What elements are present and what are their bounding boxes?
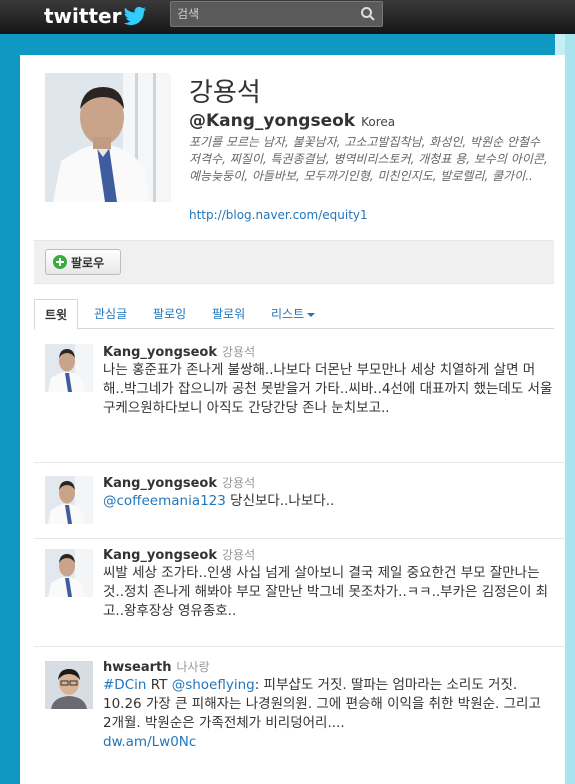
tweet-avatar[interactable] <box>45 549 93 597</box>
tweet-text: 씨발 세상 조가타..인생 사십 넘게 살아보니 결국 제일 중요한건 부모 잘… <box>103 565 549 619</box>
avatar-image <box>45 476 93 524</box>
avatar-image <box>45 344 93 392</box>
follow-button[interactable]: 팔로우 <box>45 249 121 275</box>
tweet-item[interactable]: Kang_yongseok 강용석 씨발 세상 조가타..인생 사십 넘게 살아… <box>34 539 564 647</box>
mention-link[interactable]: @coffeemania123 <box>103 493 226 509</box>
avatar-image <box>45 73 171 202</box>
avatar-image <box>45 661 93 709</box>
top-bar: twitter <box>0 0 575 34</box>
tweet-text-body: 당신보다..나보다.. <box>225 493 335 509</box>
mention-link[interactable]: @shoeflying <box>172 677 255 693</box>
logo-text: twitter <box>44 4 122 28</box>
tab-lists-label: 리스트 <box>271 307 305 321</box>
tweet-header: hwsearth 나사랑 <box>103 658 210 675</box>
tweet-header: Kang_yongseok 강용석 <box>103 474 255 491</box>
tweet-username[interactable]: Kang_yongseok <box>103 476 217 491</box>
search-input[interactable] <box>171 2 356 26</box>
plus-icon <box>53 255 67 269</box>
tweet-avatar[interactable] <box>45 344 93 392</box>
tweet-username[interactable]: Kang_yongseok <box>103 345 217 360</box>
tweet-username[interactable]: hwsearth <box>103 660 171 675</box>
profile-handle: @Kang_yongseok <box>189 111 356 131</box>
tweet-avatar[interactable] <box>45 661 93 709</box>
tab-lists[interactable]: 리스트 <box>271 299 316 329</box>
profile-location: Korea <box>361 115 396 129</box>
avatar-image <box>45 549 93 597</box>
tweet-username[interactable]: Kang_yongseok <box>103 548 217 563</box>
tweet-item[interactable]: hwsearth 나사랑 #DCin RT @shoeflying: 피부샵도 … <box>34 647 564 784</box>
search-box <box>170 1 383 27</box>
tweet-header: Kang_yongseok 강용석 <box>103 343 255 360</box>
tweet-item[interactable]: Kang_yongseok 강용석 @coffeemania123 당신보다..… <box>34 463 564 539</box>
tweet-header: Kang_yongseok 강용석 <box>103 546 255 563</box>
search-icon[interactable] <box>360 6 376 22</box>
follow-button-label: 팔로우 <box>71 255 105 270</box>
tweet-text: 나는 홍준표가 존나게 불쌍해..나보다 더몬난 부모만나 세상 치열하게 살면… <box>103 362 553 416</box>
tweet-realname: 나사랑 <box>176 660 210 674</box>
profile-avatar[interactable] <box>45 73 171 202</box>
tab-tweets[interactable]: 트윗 <box>34 299 79 330</box>
profile-tabs: 트윗 관심글 팔로잉 팔로워 리스트 <box>34 299 554 330</box>
tweet-avatar[interactable] <box>45 476 93 524</box>
tab-favorites[interactable]: 관심글 <box>94 299 127 329</box>
profile-name: 강용석 <box>189 78 261 108</box>
hashtag-link[interactable]: #DCin <box>103 677 146 693</box>
chevron-down-icon <box>307 312 316 317</box>
bird-icon <box>124 6 147 26</box>
tweet-rt-text: RT <box>146 677 172 693</box>
tweet-text: @coffeemania123 당신보다..나보다.. <box>103 492 553 511</box>
profile-url-link[interactable]: http://blog.naver.com/equity1 <box>189 208 368 222</box>
tweet-url-link[interactable]: dw.am/Lw0Nc <box>103 734 196 750</box>
handle-row: @Kang_yongseok Korea <box>189 111 395 131</box>
tweet-text: #DCin RT @shoeflying: 피부샵도 거짓. 딸파는 엄마라는 … <box>103 676 553 752</box>
tweet-realname: 강용석 <box>222 476 256 490</box>
background-strip-right <box>565 34 575 784</box>
profile-bio: 포기를 모르는 남자, 불꽃남자, 고소고발집착남, 화성인, 박원순 안철수 … <box>189 135 548 183</box>
tab-followers[interactable]: 팔로워 <box>212 299 245 329</box>
tweet-realname: 강용석 <box>222 345 256 359</box>
twitter-logo[interactable]: twitter <box>44 4 147 28</box>
tweet-item[interactable]: Kang_yongseok 강용석 나는 홍준표가 존나게 불쌍해..나보다 더… <box>34 330 564 463</box>
tweet-realname: 강용석 <box>222 548 256 562</box>
tab-following[interactable]: 팔로잉 <box>153 299 186 329</box>
